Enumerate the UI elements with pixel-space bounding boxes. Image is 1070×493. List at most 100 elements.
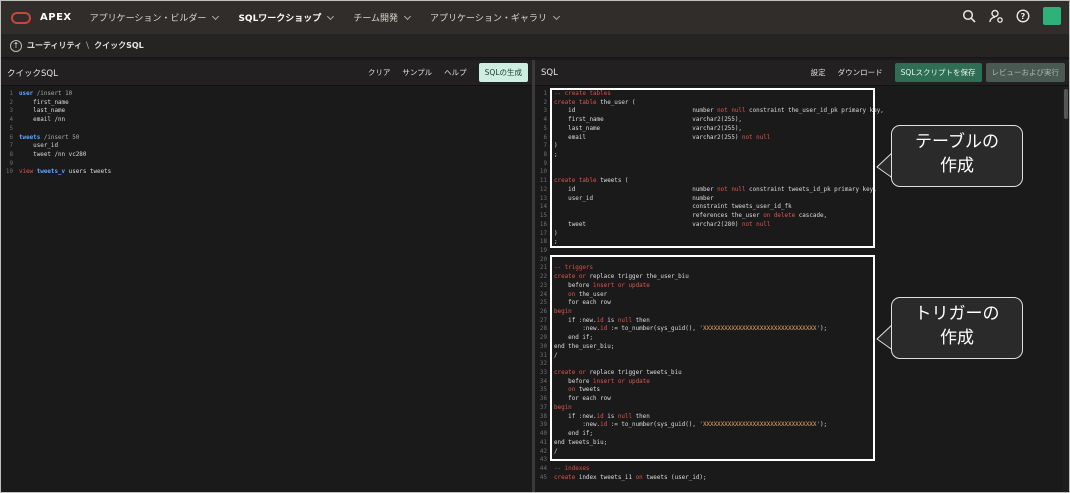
line-number: 24 [539, 291, 547, 298]
breadcrumb-utilities[interactable]: ユーティリティ [27, 40, 82, 51]
callout-trigger-creation: トリガーの 作成 [891, 297, 1023, 359]
quick-sql-editor[interactable]: 1 user /insert 10 2 first_name 3 last_name 4… [1, 87, 532, 492]
line-number: 5 [543, 125, 547, 132]
settings-button[interactable]: 設定 [811, 67, 826, 78]
code-token: email /nn [19, 117, 66, 124]
code-token: tweets [19, 134, 41, 141]
line-number: 41 [539, 439, 547, 446]
nav-app-builder[interactable]: アプリケーション・ビルダー [90, 11, 220, 24]
code-token: tweets (user_id); [642, 474, 707, 481]
line-number: 27 [539, 317, 547, 324]
line-number: 44 [539, 465, 547, 472]
line-number: 35 [539, 387, 547, 394]
arrow-up-icon[interactable]: ↑ [10, 39, 22, 52]
nav-sql-workshop[interactable]: SQLワークショップ [238, 11, 335, 24]
line-number: 2 [9, 99, 13, 106]
scrollbar-thumb[interactable] [1064, 89, 1068, 119]
line-number: 12 [539, 186, 547, 193]
svg-text:?: ? [1021, 12, 1026, 21]
help-icon[interactable]: ? [1015, 8, 1031, 24]
line-number: 17 [539, 230, 547, 237]
line-number: 37 [539, 404, 547, 411]
line-number: 16 [539, 221, 547, 228]
user-settings-icon[interactable] [988, 8, 1004, 24]
line-number: 36 [539, 396, 547, 403]
code-line: -- indexes [554, 465, 589, 473]
help-button[interactable]: ヘルプ [444, 67, 467, 78]
line-number: 31 [539, 352, 547, 359]
line-number: 18 [539, 239, 547, 246]
line-number: 29 [539, 335, 547, 342]
main-nav: アプリケーション・ビルダー SQLワークショップ チーム開発 アプリケーション・… [90, 11, 579, 24]
chevron-down-icon [404, 12, 412, 20]
line-number: 7 [9, 143, 13, 150]
code-token: tweet /nn vc280 [19, 151, 87, 158]
code-token: first_name [19, 99, 69, 106]
code-line: tweets /insert 50 [19, 134, 79, 142]
oracle-logo-icon[interactable] [11, 11, 31, 24]
download-button[interactable]: ダウンロード [838, 67, 883, 78]
line-number: 5 [9, 125, 13, 132]
code-token: create [554, 474, 576, 481]
nav-team-development[interactable]: チーム開発 [353, 11, 412, 24]
line-number: 22 [539, 274, 547, 281]
line-number: 45 [539, 474, 547, 481]
line-number: 4 [9, 117, 13, 124]
review-and-run-button[interactable]: レビューおよび実行 [985, 63, 1065, 82]
line-number: 32 [539, 361, 547, 368]
save-sql-script-button[interactable]: SQLスクリプトを保存 [894, 63, 982, 82]
apex-quick-sql-window: APEX アプリケーション・ビルダー SQLワークショップ チーム開発 アプリケ… [0, 0, 1070, 493]
code-token: last_name [19, 108, 66, 115]
quick-sql-panel-title: クイックSQL [7, 68, 58, 79]
chevron-down-icon [212, 12, 220, 20]
clear-button[interactable]: クリア [368, 67, 391, 78]
chevron-down-icon [327, 12, 335, 20]
chevron-down-icon [552, 12, 560, 20]
line-number: 2 [543, 99, 547, 106]
line-number: 20 [539, 256, 547, 263]
callout-table-creation: テーブルの 作成 [891, 125, 1023, 187]
code-line: tweet /nn vc280 [19, 151, 86, 159]
line-number: 39 [539, 422, 547, 429]
sql-editor-scrollbar[interactable] [1063, 87, 1069, 492]
code-token: on [635, 474, 643, 481]
callout-table-line2: 作成 [940, 156, 974, 176]
line-number: 15 [539, 213, 547, 220]
line-number: 26 [539, 309, 547, 315]
nav-sql-workshop-label: SQLワークショップ [238, 14, 322, 24]
line-number: 33 [539, 370, 547, 377]
code-line: create index tweets_i1 on tweets (user_i… [554, 474, 707, 482]
callout-table-line1: テーブルの [915, 132, 999, 152]
user-avatar[interactable] [1043, 7, 1061, 25]
code-token: tweets_v [36, 169, 66, 176]
code-token: view [19, 169, 37, 176]
line-number: 25 [539, 300, 547, 307]
sample-button[interactable]: サンプル [402, 67, 432, 78]
generate-sql-button[interactable]: SQLの生成 [478, 63, 528, 82]
nav-app-gallery-label: アプリケーション・ギャラリ [430, 14, 547, 24]
code-token: -- indexes [554, 465, 590, 472]
nav-app-gallery[interactable]: アプリケーション・ギャラリ [430, 11, 560, 24]
line-number: 13 [539, 195, 547, 202]
line-number: 3 [543, 108, 547, 115]
search-icon[interactable] [961, 8, 977, 24]
line-number: 23 [539, 282, 547, 289]
code-token: user_id [19, 143, 59, 150]
line-number: 8 [543, 152, 547, 159]
callout-trigger-line1: トリガーの [914, 304, 1000, 324]
line-number: 1 [9, 91, 13, 97]
code-token: /insert 50 [40, 134, 80, 141]
line-number: 42 [539, 448, 547, 455]
brand-name[interactable]: APEX [40, 12, 72, 23]
code-line: first_name [19, 99, 69, 107]
sql-panel-header: SQL 設定 ダウンロード SQLスクリプトを保存 レビューおよび実行 [535, 60, 1069, 86]
code-token: users tweets [65, 169, 112, 176]
quick-sql-panel-header: クイックSQL クリア サンプル ヘルプ SQLの生成 [1, 60, 532, 86]
nav-team-development-label: チーム開発 [353, 14, 399, 24]
line-number: 21 [539, 265, 547, 272]
breadcrumb-separator: \ [86, 40, 90, 51]
code-line: user /insert 10 [19, 90, 72, 98]
line-number: 19 [539, 247, 547, 254]
line-number: 34 [539, 378, 547, 385]
callout-trigger-line2: 作成 [940, 328, 974, 348]
